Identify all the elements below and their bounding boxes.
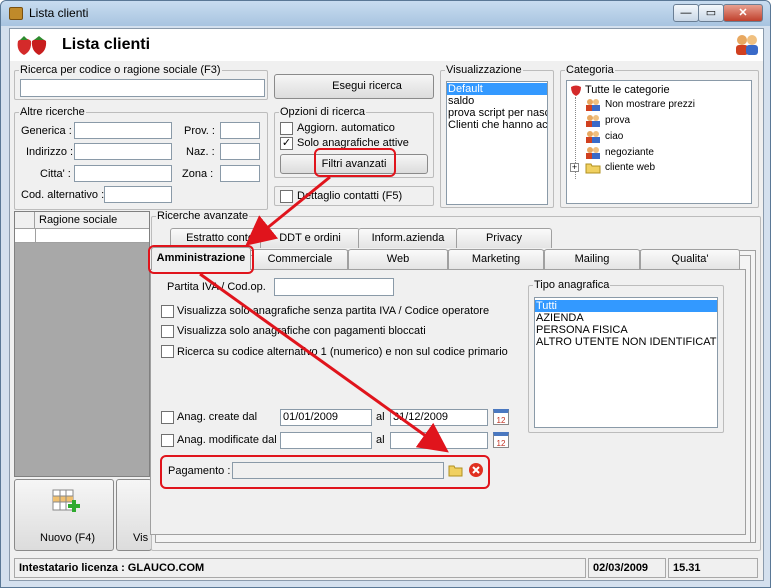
license-holder: Intestatario licenza : GLAUCO.COM: [14, 558, 586, 578]
status-time: 15.31: [668, 558, 758, 578]
maximize-button[interactable]: ▭: [698, 4, 724, 22]
app-icon: [9, 7, 23, 20]
client-area: Lista clienti Ricerca per codice o ragio…: [9, 28, 764, 581]
status-bar: Intestatario licenza : GLAUCO.COM 02/03/…: [10, 556, 763, 580]
window: Lista clienti — ▭ ✕ Lista clienti Ricerc…: [0, 0, 771, 588]
annotation-arrows: [199, 175, 449, 453]
title-bar: Lista clienti — ▭ ✕: [1, 1, 770, 26]
close-button[interactable]: ✕: [723, 4, 763, 22]
status-date: 02/03/2009: [588, 558, 666, 578]
minimize-button[interactable]: —: [673, 4, 699, 22]
window-title: Lista clienti: [29, 6, 89, 20]
